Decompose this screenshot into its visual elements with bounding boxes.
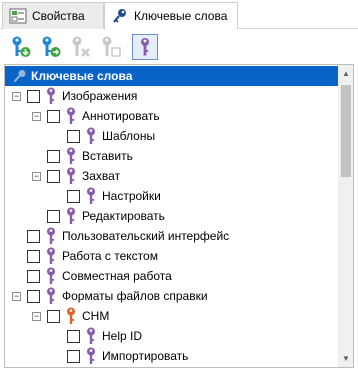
keyword-checkbox[interactable] [67,189,80,203]
tree-item-label: CHM [82,309,110,323]
tree-item-label: Шаблоны [102,129,156,143]
key-checkbox-icon [102,36,121,57]
properties-icon [9,8,27,24]
key-icon [67,207,75,224]
tree-item-help-id[interactable]: Help ID [5,326,338,346]
tree-item-settings[interactable]: Настройки [5,186,338,206]
keyword-checkbox[interactable] [67,329,80,343]
vertical-scrollbar[interactable]: ▲ ▼ [338,65,353,367]
tree-item-label: Импортировать [102,349,189,363]
tab-keywords[interactable]: Ключевые слова [104,2,238,30]
add-sub-keyword-button[interactable] [38,34,64,60]
tree-item-capture[interactable]: − Захват [5,166,338,186]
tree-item-edit[interactable]: Редактировать [5,206,338,226]
key-icon [67,107,75,124]
tree-item-templates[interactable]: Шаблоны [5,126,338,146]
keyword-checkbox[interactable] [47,169,60,183]
key-icon [47,87,55,104]
keyword-checkbox[interactable] [67,349,80,363]
key-icon-orange [67,307,75,324]
key-icon [87,187,95,204]
keyword-checkbox[interactable] [47,309,60,323]
key-add-icon [12,36,31,57]
tree-item-label: Вставить [82,149,133,163]
tree-item-label: Работа с текстом [62,249,158,263]
scroll-up-arrow-icon[interactable]: ▲ [338,65,353,82]
keyword-checkbox[interactable] [27,269,40,283]
key-icon [67,167,75,184]
tree-item-help-formats[interactable]: − Форматы файлов справки [5,286,338,306]
key-icon [111,8,129,24]
keyword-checkbox[interactable] [27,229,40,243]
collapse-icon[interactable]: − [32,111,41,121]
tree-item-label: Аннотировать [82,109,160,123]
tree-item-label: Изображения [62,89,138,103]
keyword-checkbox[interactable] [67,129,80,143]
tree-item-collaboration[interactable]: Совместная работа [5,266,338,286]
keyword-checkbox[interactable] [27,89,40,103]
delete-keyword-button[interactable] [68,34,94,60]
collapse-icon[interactable]: − [32,171,41,181]
tree-item-text-work[interactable]: Работа с текстом [5,246,338,266]
key-icon [87,327,95,344]
tree-item-import[interactable]: Импортировать [5,346,338,366]
key-icon [47,287,55,304]
tree-item-images[interactable]: − Изображения [5,86,338,106]
keyword-checkbox[interactable] [27,289,40,303]
key-icon [13,70,26,83]
keyword-checkbox[interactable] [47,209,60,223]
tree-item-label: Настройки [102,189,161,203]
collapse-icon[interactable]: − [12,91,21,101]
keyword-checkbox[interactable] [27,249,40,263]
toggle-keyword-button[interactable] [98,34,124,60]
key-icon [47,247,55,264]
collapse-icon[interactable]: − [32,311,41,321]
keyword-checkbox[interactable] [47,109,60,123]
keyword-view-button[interactable] [132,34,158,60]
keyword-checkbox[interactable] [47,149,60,163]
tree-item-user-interface[interactable]: Пользовательский интерфейс [5,226,338,246]
tree-item-label: Редактировать [82,209,165,223]
scroll-down-arrow-icon[interactable]: ▼ [338,350,353,367]
tree-item-label: Help ID [102,329,143,343]
tree-item-annotate[interactable]: − Аннотировать [5,106,338,126]
key-icon [47,267,55,284]
key-frame-icon [141,38,149,56]
key-icon [47,227,55,244]
toolbar [0,31,358,63]
tree-item-label: Совместная работа [62,269,172,283]
tree-root-keywords[interactable]: Ключевые слова [5,66,338,86]
tree-item-label: Пользовательский интерфейс [62,229,230,243]
tree-item-chm[interactable]: − CHM [5,306,338,326]
key-delete-icon [72,36,90,57]
tree-item-label: Захват [82,169,121,183]
add-keyword-button[interactable] [8,34,34,60]
tree-root-label: Ключевые слова [31,69,133,83]
tab-properties[interactable]: Свойства [2,2,104,29]
key-icon [87,127,95,144]
key-icon [87,347,95,364]
tree-item-label: Форматы файлов справки [62,289,208,303]
key-arrow-icon [42,36,61,57]
tab-keywords-label: Ключевые слова [134,9,228,23]
scrollbar-thumb[interactable] [341,85,351,177]
tab-bar: Свойства Ключевые слова [0,0,358,30]
collapse-icon[interactable]: − [12,291,21,301]
tree-item-insert[interactable]: Вставить [5,146,338,166]
key-icon [67,147,75,164]
keyword-tree[interactable]: Ключевые слова − Изображения − Аннотиров… [4,64,354,368]
tab-properties-label: Свойства [32,9,85,23]
